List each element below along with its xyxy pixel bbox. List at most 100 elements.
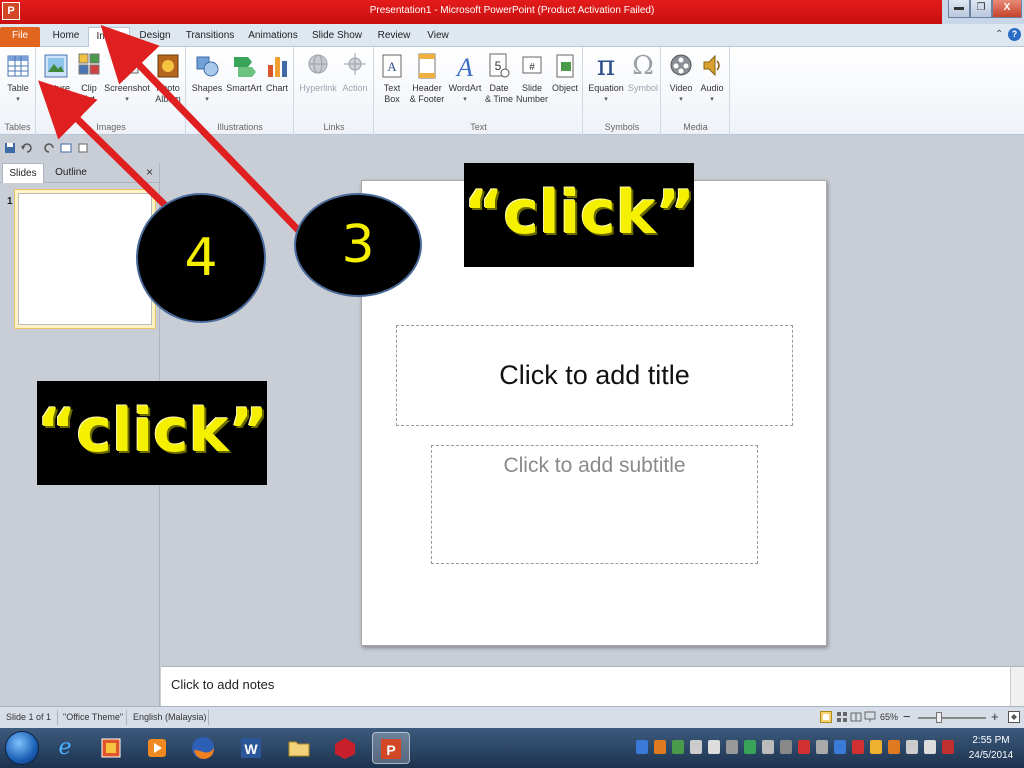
tab-review[interactable]: Review <box>372 27 416 47</box>
wifi-signal-icon[interactable] <box>924 740 936 754</box>
word-icon[interactable]: W <box>234 732 268 764</box>
symbol-button[interactable]: Ω Symbol <box>626 51 660 117</box>
group-symbols: π Equation ▾ Ω Symbol Symbols <box>584 47 661 135</box>
group-label-tables: Tables <box>4 122 31 132</box>
fit-to-window-icon[interactable] <box>1008 711 1020 723</box>
zoom-slider-thumb[interactable] <box>936 712 942 723</box>
tray-app-icon[interactable] <box>816 740 828 754</box>
zoom-out-icon[interactable]: − <box>903 709 911 724</box>
file-explorer-icon[interactable] <box>282 732 316 764</box>
redo-icon[interactable] <box>44 142 56 154</box>
table-button[interactable]: Table ▾ <box>2 51 34 117</box>
clock-date[interactable]: 24/5/2014 <box>964 750 1018 761</box>
header-footer-button[interactable]: Header & Footer <box>407 51 447 117</box>
slide-thumbnail[interactable] <box>14 189 156 329</box>
wordart-button[interactable]: A WordArt ▾ <box>447 51 483 117</box>
network-icon[interactable] <box>906 740 918 754</box>
help-icon[interactable]: ? <box>1008 28 1021 41</box>
title-placeholder[interactable]: Click to add title <box>396 325 793 426</box>
smartart-button[interactable]: SmartArt <box>225 51 263 117</box>
zoom-level[interactable]: 65% <box>880 712 898 722</box>
clock-time[interactable]: 2:55 PM <box>964 735 1018 746</box>
tab-transitions[interactable]: Transitions <box>182 27 238 47</box>
slide-sorter-view-icon[interactable] <box>836 711 848 723</box>
table-label: Table <box>7 83 29 93</box>
photo-album-label-1: Photo <box>156 83 180 93</box>
new-slide-icon[interactable] <box>78 142 90 154</box>
tray-app-icon[interactable] <box>762 740 774 754</box>
tab-home[interactable]: Home <box>46 27 86 47</box>
normal-view-icon[interactable] <box>820 711 832 723</box>
reading-view-icon[interactable] <box>850 711 862 723</box>
notes-scrollbar[interactable] <box>1010 667 1024 707</box>
tray-app-icon[interactable] <box>780 740 792 754</box>
start-button[interactable] <box>5 731 39 765</box>
window-title: Presentation1 - Microsoft PowerPoint (Pr… <box>369 5 655 16</box>
notes-pane[interactable]: Click to add notes <box>161 666 1024 707</box>
photo-album-button[interactable]: Photo Album <box>151 51 185 117</box>
tab-view[interactable]: View <box>422 27 454 47</box>
slideshow-start-icon[interactable] <box>60 142 72 154</box>
shapes-button[interactable]: Shapes ▾ <box>190 51 224 117</box>
close-button[interactable]: X <box>992 0 1022 18</box>
tab-design[interactable]: Design <box>134 27 176 47</box>
tray-app-icon[interactable] <box>726 740 738 754</box>
click-callout-top: “click” <box>464 163 695 267</box>
tray-app-icon[interactable] <box>744 740 756 754</box>
save-icon[interactable] <box>4 142 16 154</box>
internet-explorer-icon[interactable]: e <box>48 732 82 764</box>
slide-number-button[interactable]: # Slide Number <box>515 51 549 117</box>
zoom-in-icon[interactable]: + <box>991 709 999 724</box>
tray-app-icon[interactable] <box>888 740 900 754</box>
tray-app-icon[interactable] <box>852 740 864 754</box>
slideshow-view-icon[interactable] <box>864 711 876 723</box>
table-icon <box>7 55 29 77</box>
bluetooth-icon[interactable] <box>636 740 648 754</box>
audio-button[interactable]: Audio ▾ <box>697 51 727 117</box>
hyperlink-button[interactable]: Hyperlink <box>297 51 339 117</box>
chart-button[interactable]: Chart <box>263 51 291 117</box>
text-box-button[interactable]: A Text Box <box>378 51 406 117</box>
screenshot-button[interactable]: Screenshot ▾ <box>104 51 150 117</box>
undo-icon[interactable] <box>20 142 32 154</box>
customize-qat-icon[interactable] <box>100 142 112 154</box>
close-icon[interactable]: × <box>146 165 153 179</box>
installer-icon[interactable] <box>94 732 128 764</box>
object-button[interactable]: Object <box>549 51 581 117</box>
subtitle-placeholder[interactable]: Click to add subtitle <box>431 445 758 564</box>
tab-insert[interactable]: Insert <box>88 27 130 47</box>
tray-app-icon[interactable] <box>870 740 882 754</box>
tray-app-icon[interactable] <box>798 740 810 754</box>
minimize-button[interactable]: ▬ <box>948 0 970 18</box>
tab-outline[interactable]: Outline <box>46 163 96 183</box>
restore-button[interactable]: ❐ <box>970 0 992 18</box>
app-red-icon[interactable] <box>328 732 362 764</box>
group-label-images: Images <box>96 122 126 132</box>
tray-app-icon[interactable] <box>654 740 666 754</box>
clip-art-button[interactable]: Clip Art <box>75 51 103 117</box>
picture-icon <box>44 54 68 78</box>
tab-slide-show[interactable]: Slide Show <box>308 27 366 47</box>
powerpoint-taskbar-icon[interactable]: P <box>372 732 410 764</box>
flag-icon[interactable] <box>690 740 702 754</box>
picture-button[interactable]: Picture <box>39 51 73 117</box>
tab-animations[interactable]: Animations <box>244 27 302 47</box>
tray-app-icon[interactable] <box>834 740 846 754</box>
firefox-icon[interactable] <box>186 732 220 764</box>
equation-button[interactable]: π Equation ▾ <box>586 51 626 117</box>
tray-app-icon[interactable] <box>672 740 684 754</box>
theme-name: "Office Theme" <box>63 712 124 722</box>
volume-icon[interactable] <box>708 740 720 754</box>
tab-file[interactable]: File <box>0 27 40 47</box>
tab-slides[interactable]: Slides <box>2 163 44 183</box>
action-center-icon[interactable] <box>942 740 954 754</box>
media-player-icon[interactable] <box>140 732 174 764</box>
video-button[interactable]: Video ▾ <box>665 51 697 117</box>
zoom-slider-track[interactable] <box>918 717 986 719</box>
action-button[interactable]: Action <box>339 51 371 117</box>
minimize-ribbon-icon[interactable]: ⌃ <box>995 29 1003 40</box>
date-time-button[interactable]: 5 Date & Time <box>484 51 514 117</box>
group-label-media: Media <box>683 122 708 132</box>
shapes-icon <box>196 56 219 77</box>
language-indicator[interactable]: English (Malaysia) <box>133 712 207 722</box>
